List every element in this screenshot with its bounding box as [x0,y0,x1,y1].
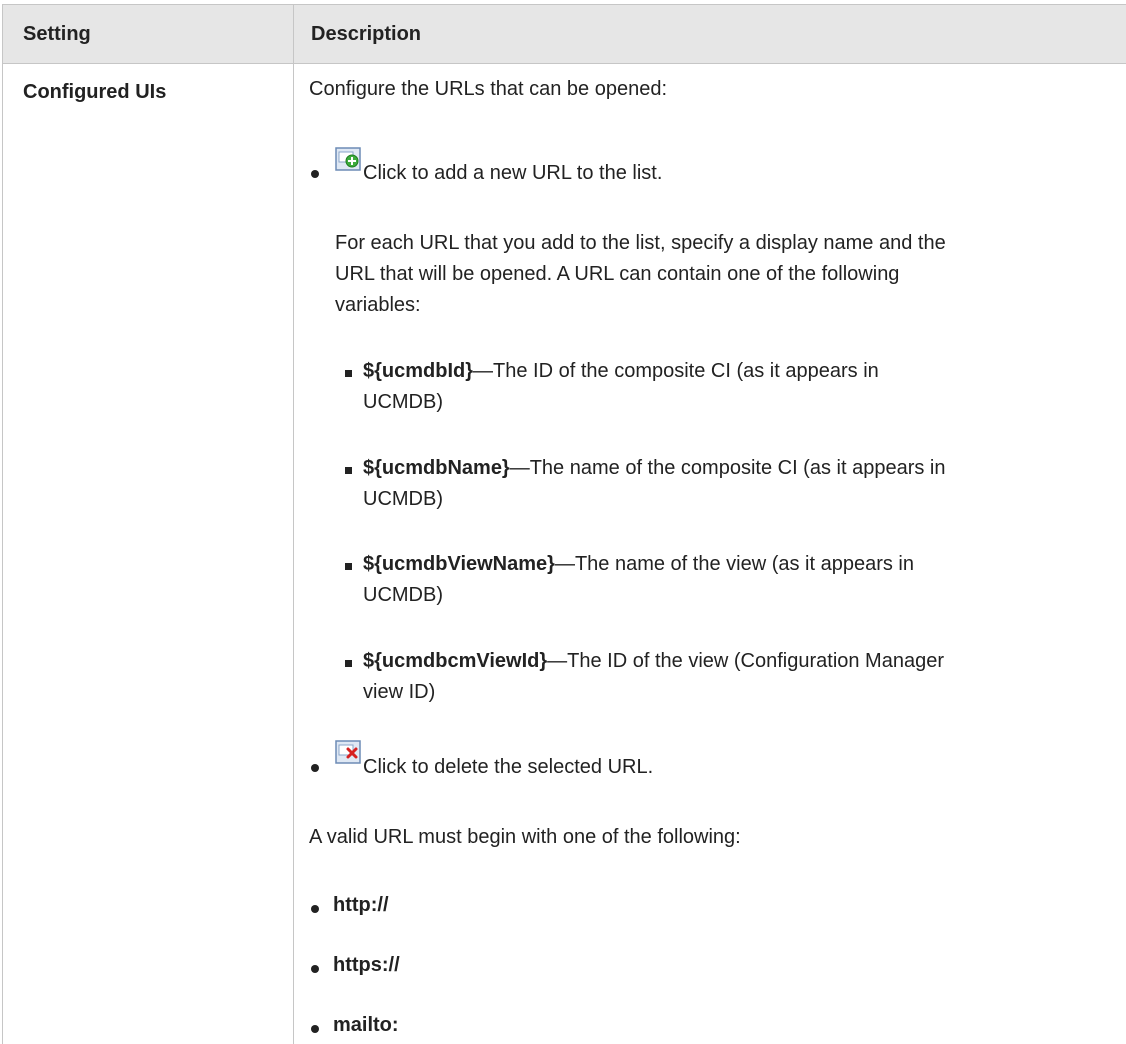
variable-desc: —The name of the view (as it appears in [554,553,914,575]
variable-line-2: UCMDB) [363,488,443,510]
variable-line-2: view ID) [363,681,436,703]
bullet [311,764,319,772]
bullet [311,965,319,973]
settings-table: Setting Description Configured UIs Confi… [2,4,1126,1044]
square-bullet [345,370,352,377]
variable-desc: —The name of the composite CI (as it app… [509,457,946,479]
delete-text: Click to delete the selected URL. [363,756,654,778]
add-text: Click to add a new URL to the list. [363,162,663,184]
setting-name: Configured UIs [23,81,167,103]
variable-desc: —The ID of the view (Configuration Manag… [547,650,944,672]
variable-line: ${ucmdbName}—The name of the composite C… [363,453,945,484]
add-url-icon [335,147,361,171]
table-header: Setting Description [3,4,1126,64]
add-detail-line: For each URL that you add to the list, s… [335,232,946,254]
prefix-item: mailto: [333,1014,399,1036]
prefix-item: http:// [333,894,389,916]
intro-text: Configure the URLs that can be opened: [309,78,668,100]
bullet [311,905,319,913]
variable-name: ${ucmdbcmViewId} [363,650,548,672]
square-bullet [345,660,352,667]
column-divider [293,4,294,1044]
prefix-item: https:// [333,954,400,976]
add-detail-line: variables: [335,294,421,316]
variable-name: ${ucmdbViewName} [363,553,555,575]
square-bullet [345,467,352,474]
bullet [311,170,319,178]
variable-line-2: UCMDB) [363,391,443,413]
header-description: Description [311,23,422,45]
variable-desc: —The ID of the composite CI (as it appea… [473,360,879,382]
add-detail-line: URL that will be opened. A URL can conta… [335,263,900,285]
variable-line-2: UCMDB) [363,584,443,606]
variable-name: ${ucmdbId} [363,360,474,382]
variable-line: ${ucmdbViewName}—The name of the view (a… [363,549,914,580]
header-setting: Setting [23,23,91,45]
square-bullet [345,563,352,570]
variable-name: ${ucmdbName} [363,457,510,479]
valid-intro: A valid URL must begin with one of the f… [309,826,741,848]
variable-line: ${ucmdbId}—The ID of the composite CI (a… [363,356,879,387]
delete-url-icon [335,740,361,764]
variable-line: ${ucmdbcmViewId}—The ID of the view (Con… [363,646,944,677]
bullet [311,1025,319,1033]
